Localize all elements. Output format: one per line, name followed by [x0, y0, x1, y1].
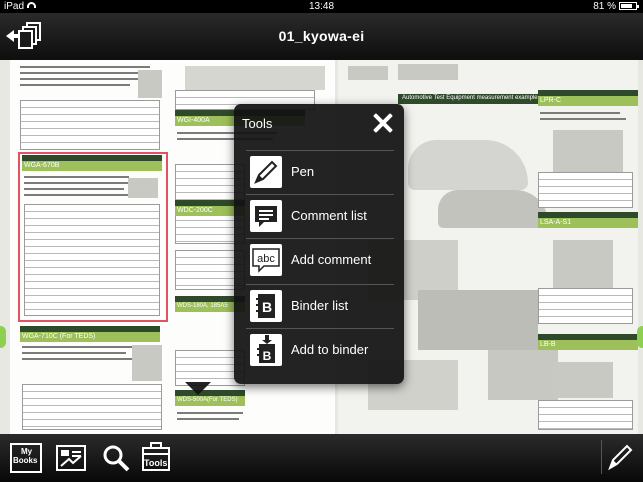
- svg-text:abc: abc: [257, 253, 275, 265]
- banner-measurement-example: Automotive Test Equipment measurement ex…: [402, 95, 538, 101]
- pen-icon: [608, 444, 633, 471]
- heading-lsa-a-s1: LSA-A-S1: [540, 219, 572, 226]
- search-button[interactable]: [100, 442, 132, 474]
- tools-item-pen[interactable]: Pen: [246, 154, 394, 190]
- clock: 13:48: [308, 1, 335, 12]
- svg-text:B: B: [263, 349, 272, 363]
- add-to-binder-icon: B: [250, 334, 282, 366]
- tools-popover: Tools Pen Comment list abc Add comment B…: [234, 104, 404, 384]
- heading-wga-670b: WGA-670B: [24, 162, 60, 169]
- thumbnails-icon: [56, 445, 86, 471]
- thumbnails-button[interactable]: [55, 442, 87, 474]
- battery-icon: [619, 2, 639, 10]
- tools-item-binder-list[interactable]: B Binder list: [246, 288, 394, 324]
- tools-item-add-comment[interactable]: abc Add comment: [246, 242, 394, 278]
- popover-arrow: [185, 382, 211, 395]
- heading-wds-500a: WDS-500A(For TEDS): [177, 397, 238, 403]
- my-books-button[interactable]: My Books: [10, 442, 42, 474]
- tools-item-label: Add to binder: [291, 342, 369, 357]
- tools-button[interactable]: Tools: [141, 442, 171, 474]
- comment-list-icon: [250, 200, 282, 232]
- tools-item-label: Add comment: [291, 252, 372, 267]
- pen-icon: [250, 156, 282, 188]
- heading-lpr-c: LPR-C: [540, 97, 562, 104]
- page-turn-handle-right[interactable]: [637, 326, 643, 348]
- bottom-toolbar: My Books Tools: [0, 434, 643, 482]
- tools-item-comment-list[interactable]: Comment list: [246, 198, 394, 234]
- top-toolbar: 01_kyowa-ei: [0, 13, 643, 60]
- popover-title: Tools: [242, 116, 273, 131]
- heading-wds-180a: WDS-180A, 185A5: [177, 303, 228, 309]
- status-bar: iPad 13:48 81 %: [0, 0, 643, 13]
- page-turn-handle-left[interactable]: [0, 326, 6, 348]
- tools-item-label: Binder list: [291, 298, 349, 313]
- heading-wga-710c: WGA-710C (For TEDS): [22, 333, 96, 340]
- tools-item-add-to-binder[interactable]: B Add to binder: [246, 332, 394, 368]
- document-title: 01_kyowa-ei: [278, 28, 365, 44]
- heading-wdc-200c: WDC-200C: [177, 207, 213, 214]
- binder-list-icon: B: [250, 290, 282, 322]
- battery-status: 81 %: [593, 1, 639, 12]
- search-icon: [103, 445, 130, 472]
- close-icon[interactable]: [372, 112, 394, 134]
- tools-item-label: Comment list: [291, 208, 367, 223]
- edit-pen-button[interactable]: [601, 440, 635, 474]
- heading-lb-b: LB-B: [540, 341, 556, 348]
- tools-item-label: Pen: [291, 164, 315, 179]
- heading-wgi-400a: WGI-400A: [177, 117, 210, 124]
- abc-comment-icon: abc: [250, 244, 282, 276]
- svg-text:B: B: [262, 299, 272, 315]
